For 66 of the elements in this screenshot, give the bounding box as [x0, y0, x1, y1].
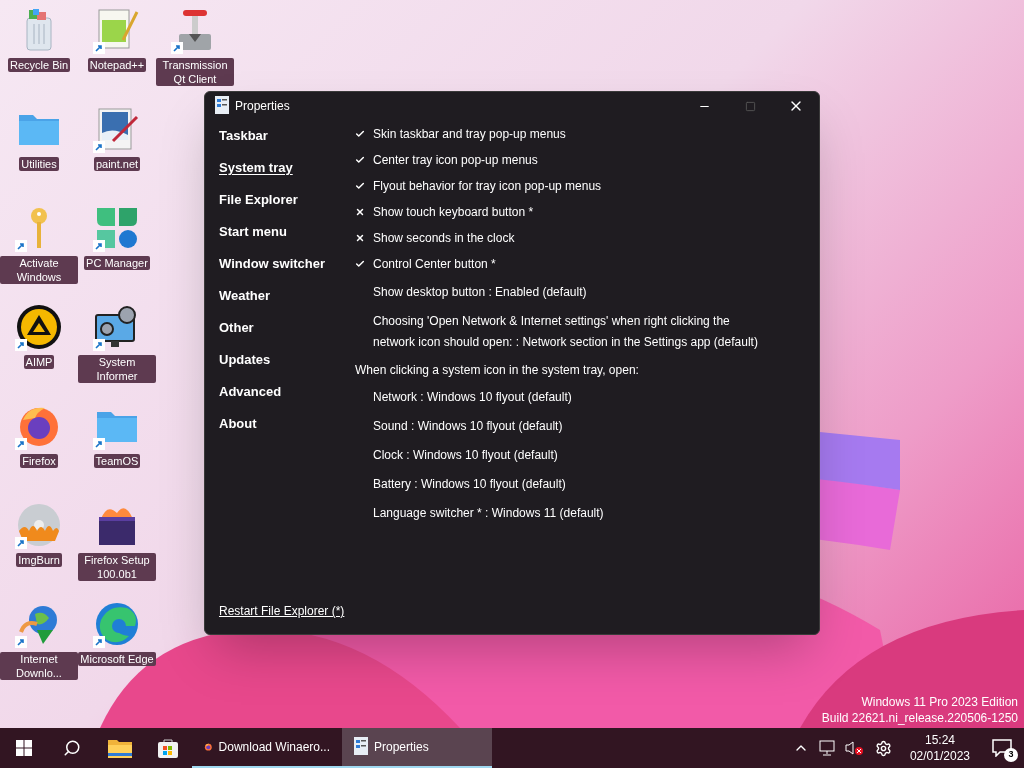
speaker-muted-icon[interactable]	[844, 740, 863, 756]
sidebar-item[interactable]: Updates	[219, 347, 271, 379]
sidebar-item[interactable]: Weather	[219, 283, 271, 315]
taskbar-app-button[interactable]: Properties	[342, 728, 492, 768]
setting-option[interactable]: Language switcher * : Windows 11 (default)	[373, 503, 768, 524]
sidebar-item[interactable]: System tray	[219, 155, 293, 187]
notification-badge: 3	[1004, 748, 1018, 762]
edition-text: Windows 11 Pro 2023 Edition	[861, 694, 1018, 710]
setting-option[interactable]: Battery : Windows 10 flyout (default)	[373, 474, 768, 495]
desktop-icon-label[interactable]: Firefox	[20, 454, 58, 468]
check-icon[interactable]	[355, 258, 365, 270]
shopping-bag-icon[interactable]	[157, 737, 179, 759]
message-icon[interactable]	[992, 739, 1012, 757]
cross-icon[interactable]	[355, 206, 365, 218]
setting-label[interactable]: Skin taskbar and tray pop-up menus	[373, 126, 566, 142]
settings-icon[interactable]	[874, 739, 892, 757]
desktop-icon-label[interactable]: Transmission Qt Client	[156, 58, 234, 86]
check-icon[interactable]	[355, 128, 365, 140]
desktop-icon-label[interactable]: Firefox Setup 100.0b1	[78, 553, 156, 581]
setting-label[interactable]: Center tray icon pop-up menus	[373, 152, 538, 168]
clock-date[interactable]: 02/01/2023	[909, 748, 970, 764]
desktop-icon-label[interactable]: paint.net	[93, 157, 141, 171]
desktop-icon-label[interactable]: ImgBurn	[16, 553, 62, 567]
desktop-icon-label[interactable]: AIMP	[23, 355, 55, 369]
sidebar-item[interactable]: Window switcher	[219, 251, 326, 283]
network-icon[interactable]	[818, 740, 837, 756]
check-icon[interactable]	[355, 154, 365, 166]
setting-label[interactable]: Control Center button *	[373, 256, 496, 272]
clock-time[interactable]: 15:24	[924, 732, 955, 748]
sidebar-item[interactable]: Start menu	[219, 219, 287, 251]
sidebar-item[interactable]: Taskbar	[219, 123, 268, 155]
sidebar-item[interactable]: Other	[219, 315, 254, 347]
setting-label[interactable]: Show seconds in the clock	[373, 230, 515, 246]
desktop-icon-label[interactable]: Microsoft Edge	[78, 652, 156, 666]
setting-option[interactable]: Network : Windows 10 flyout (default)	[373, 387, 768, 408]
setting-heading: When clicking a system icon in the system tray, open:	[355, 363, 639, 377]
sidebar-item[interactable]: File Explorer	[219, 187, 298, 219]
desktop-icon-label[interactable]: Recycle Bin	[7, 58, 71, 72]
desktop-icon-label[interactable]: TeamOS	[93, 454, 141, 468]
setting-option[interactable]: Show desktop button : Enabled (default)	[373, 282, 768, 303]
restart-link[interactable]: Restart File Explorer (*)	[219, 604, 345, 618]
desktop-icon-label[interactable]: System Informer	[78, 355, 156, 383]
desktop-icon-label[interactable]: Internet Downlo...	[0, 652, 78, 680]
setting-option[interactable]: Clock : Windows 10 flyout (default)	[373, 445, 768, 466]
build-text: Build 22621.ni_release.220506-1250	[821, 710, 1018, 726]
setting-label[interactable]: Show touch keyboard button *	[373, 204, 534, 220]
sidebar-item[interactable]: About	[219, 411, 257, 443]
desktop-icon-label[interactable]: PC Manager	[84, 256, 150, 270]
wave-logo-icon	[93, 600, 141, 648]
window-title: Properties	[235, 98, 290, 115]
document-list-icon	[354, 737, 368, 757]
desktop-icon-label[interactable]: Activate Windows	[0, 256, 78, 284]
setting-label[interactable]: Flyout behavior for tray icon pop-up menus	[373, 178, 602, 194]
search-icon[interactable]	[63, 739, 81, 757]
setting-option[interactable]: Sound : Windows 10 flyout (default)	[373, 416, 768, 437]
check-icon[interactable]	[355, 180, 365, 192]
triangle-logo-icon	[15, 303, 63, 351]
setting-option[interactable]: Choosing 'Open Network & Internet settings' when right clicking the network icon should open: : Network section in the Settings app (default)	[373, 311, 768, 353]
burning-disc-icon	[15, 501, 63, 549]
cross-icon[interactable]	[355, 232, 365, 244]
desktop-icon-label[interactable]: Utilities	[19, 157, 59, 171]
desktop-icon-label[interactable]: Notepad++	[87, 58, 147, 72]
windows-logo-icon[interactable]	[16, 740, 32, 756]
folder-icon[interactable]	[108, 738, 132, 758]
sidebar-item[interactable]: Advanced	[219, 379, 282, 411]
document-list-icon	[215, 96, 229, 116]
